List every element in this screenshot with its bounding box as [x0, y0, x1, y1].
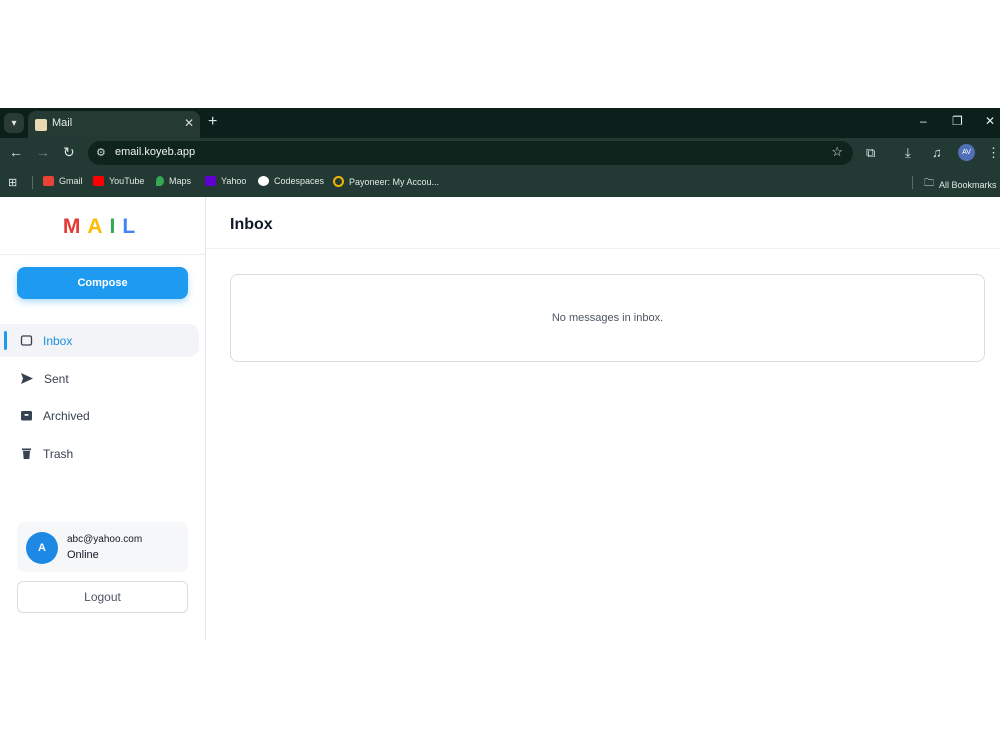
sidebar-item-label: Trash [43, 446, 74, 461]
bookmark-gmail[interactable]: Gmail [43, 176, 83, 186]
close-window-icon[interactable]: ✕ [985, 114, 995, 128]
all-bookmarks[interactable]: 🗀 All Bookmarks [924, 176, 997, 193]
payoneer-icon [333, 176, 344, 187]
logo-letter: I [109, 215, 123, 238]
tab-search-dropdown-icon[interactable]: ▾ [4, 113, 24, 133]
bookmark-payoneer[interactable]: Payoneer: My Accou... [333, 176, 439, 187]
sidebar-item-archived[interactable]: Archived [0, 399, 199, 432]
forward-icon[interactable]: → [36, 144, 50, 160]
bookmark-youtube[interactable]: YouTube [93, 176, 144, 186]
minimize-icon[interactable]: – [920, 114, 927, 128]
main-panel: Inbox No messages in inbox. [206, 197, 1000, 640]
bookmark-codespaces[interactable]: Codespaces [258, 176, 324, 186]
user-status: Online [67, 549, 99, 561]
bookmark-yahoo[interactable]: Yahoo [205, 176, 246, 186]
site-info-icon[interactable]: ⚙ [96, 146, 106, 159]
address-bar[interactable]: ⚙ email.koyeb.app ☆ [88, 141, 853, 165]
maps-icon [156, 176, 164, 186]
empty-state-card: No messages in inbox. [230, 274, 985, 362]
mail-app: MAIL Compose Inbox Sent Archived Trash A… [0, 197, 1000, 640]
compose-button[interactable]: Compose [17, 267, 188, 299]
sidebar-item-trash[interactable]: Trash [0, 437, 199, 470]
archive-icon [21, 411, 32, 421]
address-url: email.koyeb.app [115, 146, 196, 158]
tab-strip: ▾ Mail ✕ + – ❐ ✕ [0, 108, 1000, 138]
download-icon[interactable]: ⤓ [905, 145, 911, 161]
profile-avatar[interactable]: AV [958, 144, 975, 161]
reload-icon[interactable]: ↻ [63, 144, 75, 161]
tab-title: Mail [52, 117, 73, 129]
bookmark-star-icon[interactable]: ☆ [831, 144, 843, 160]
browser-window: ▾ Mail ✕ + – ❐ ✕ ← → ↻ ⚙ email.koyeb.app… [0, 108, 1000, 640]
user-email: abc@yahoo.com [67, 534, 143, 545]
browser-tab[interactable]: Mail ✕ [28, 111, 200, 138]
tab-favicon-icon [35, 119, 47, 131]
logo-letter: A [87, 215, 110, 238]
youtube-icon [93, 176, 104, 186]
bookmarks-bar: ⊞ Gmail YouTube Maps Yahoo Codespaces Pa… [0, 168, 1000, 198]
trash-icon [22, 448, 31, 459]
sidebar-item-inbox[interactable]: Inbox [0, 324, 199, 357]
back-icon[interactable]: ← [9, 144, 23, 160]
bookmarks-divider-right [912, 176, 913, 189]
new-tab-button[interactable]: + [208, 113, 217, 131]
logo-letter: L [122, 215, 143, 238]
page-title: Inbox [230, 216, 273, 233]
bookmarks-divider [32, 176, 33, 189]
apps-grid-icon[interactable]: ⊞ [8, 176, 17, 189]
sidebar-item-sent[interactable]: Sent [0, 362, 199, 395]
app-logo: MAIL [0, 215, 205, 239]
github-icon [258, 176, 269, 186]
sidebar-item-label: Sent [44, 371, 69, 386]
browser-toolbar: ← → ↻ ⚙ email.koyeb.app ☆ ⧉ ⤓ ♫ AV ⋮ [0, 138, 1000, 168]
restore-icon[interactable]: ❐ [952, 114, 963, 128]
gmail-icon [43, 176, 54, 186]
sidebar: MAIL Compose Inbox Sent Archived Trash A… [0, 197, 206, 640]
sidebar-item-label: Inbox [43, 333, 73, 348]
empty-state-message: No messages in inbox. [551, 312, 664, 324]
bookmark-maps[interactable]: Maps [156, 176, 191, 186]
extensions-icon[interactable]: ⧉ [866, 145, 875, 161]
logo-letter: M [62, 215, 88, 238]
user-card: A abc@yahoo.com Online [17, 522, 188, 572]
inbox-icon [20, 335, 33, 346]
yahoo-icon [205, 176, 216, 186]
folder-icon: 🗀 [924, 178, 934, 189]
tab-close-icon[interactable]: ✕ [184, 116, 194, 130]
avatar: A [26, 532, 58, 564]
send-icon [21, 373, 33, 384]
logout-button[interactable]: Logout [17, 581, 188, 613]
logo-divider [0, 254, 205, 255]
sidebar-item-label: Archived [43, 408, 90, 423]
browser-menu-icon[interactable]: ⋮ [987, 145, 1000, 161]
title-divider [206, 248, 1000, 249]
media-controls-icon[interactable]: ♫ [932, 145, 942, 160]
